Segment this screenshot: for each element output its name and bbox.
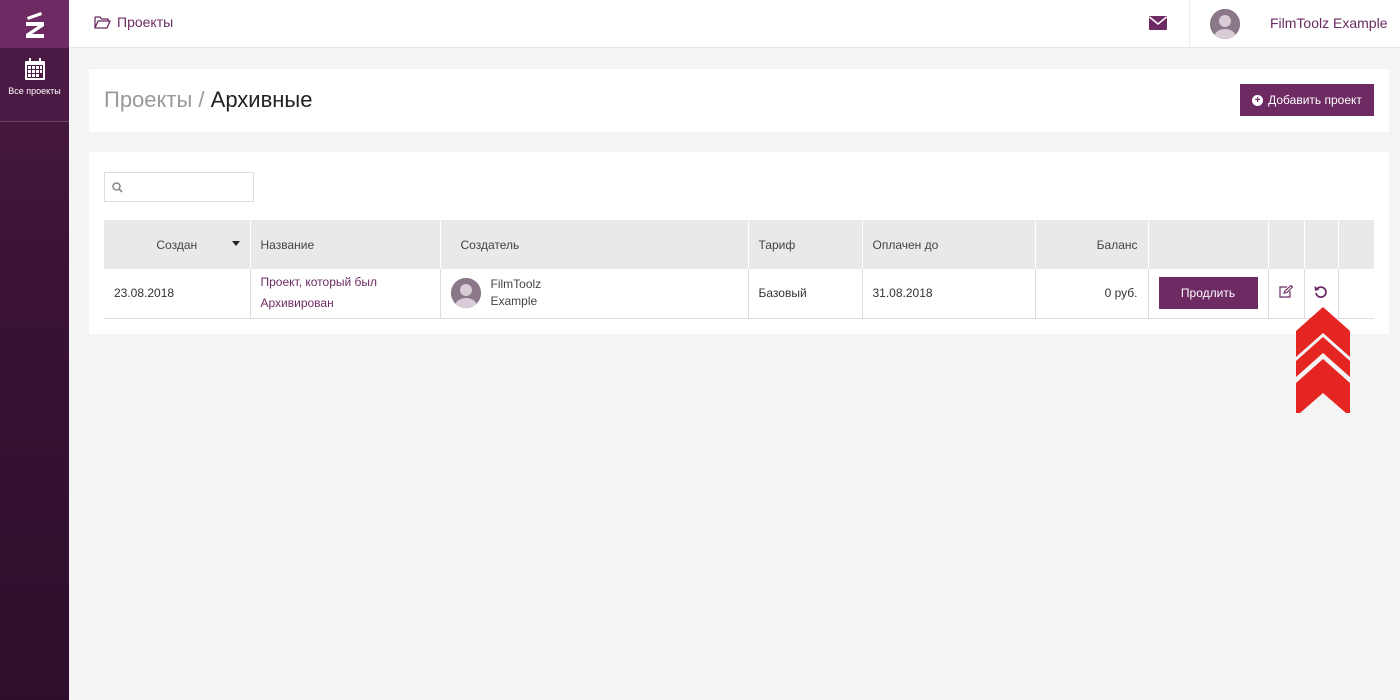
cell-name[interactable]: Проект, который был Архивирован — [250, 269, 441, 318]
column-restore — [1304, 220, 1339, 269]
page-title-parent[interactable]: Проекты / — [104, 87, 205, 112]
column-paid-until-label: Оплачен до — [872, 237, 939, 252]
column-tariff-label: Тариф — [758, 237, 796, 252]
table-header-row: Создан Название Создатель Тариф Оплачен … — [104, 220, 1374, 269]
add-project-button[interactable]: + Добавить проект — [1240, 84, 1374, 116]
cell-created: 23.08.2018 — [104, 269, 251, 318]
user-silhouette-icon — [1210, 9, 1240, 39]
project-name-line: Архивирован — [260, 296, 334, 311]
column-name[interactable]: Название — [250, 220, 441, 269]
page-title-current: Архивные — [210, 87, 313, 112]
column-edit — [1268, 220, 1305, 269]
page-header: Проекты / Архивные + Добавить проект — [89, 69, 1389, 132]
topbar: Проекты FilmToolz Example — [69, 0, 1400, 48]
table-row: 23.08.2018 Проект, который был Архивиров… — [104, 269, 1374, 318]
red-chevron-arrow-annotation — [1296, 307, 1350, 413]
user-avatar[interactable] — [1210, 9, 1240, 39]
calendar-icon — [24, 58, 45, 80]
creator-name: FilmToolz Example — [491, 276, 542, 310]
sidebar-item-all-projects[interactable]: Все проекты — [0, 48, 69, 122]
breadcrumb[interactable]: Проекты — [94, 14, 173, 30]
user-name[interactable]: FilmToolz Example — [1270, 15, 1387, 31]
user-silhouette-icon — [450, 278, 481, 309]
creator-name-line: Example — [490, 294, 538, 309]
column-creator-label: Создатель — [460, 237, 520, 252]
cell-extend: Продлить — [1148, 269, 1269, 318]
column-created[interactable]: Создан — [104, 220, 251, 269]
sort-desc-icon — [231, 241, 240, 246]
cell-creator: FilmToolz Example — [440, 269, 749, 318]
column-balance-label: Баланс — [1096, 237, 1138, 252]
add-project-label: Добавить проект — [1268, 93, 1362, 107]
topbar-divider — [1189, 0, 1190, 48]
restore-icon[interactable] — [1314, 285, 1328, 299]
project-name-line: Проект, который был — [260, 275, 378, 290]
projects-table: Создан Название Создатель Тариф Оплачен … — [104, 220, 1374, 319]
plus-circle-icon: + — [1252, 94, 1264, 106]
folder-open-icon — [94, 15, 111, 29]
page-title: Проекты / Архивные — [104, 87, 312, 113]
sidebar-item-label: Все проекты — [8, 86, 61, 96]
creator-name-line: FilmToolz — [490, 277, 542, 292]
column-actions — [1148, 220, 1269, 269]
column-balance[interactable]: Баланс — [1035, 220, 1149, 269]
column-tariff[interactable]: Тариф — [748, 220, 863, 269]
edit-icon[interactable] — [1279, 284, 1294, 298]
search-input[interactable] — [127, 173, 252, 201]
filmtoolz-z-logo-icon — [25, 12, 44, 38]
app-logo[interactable] — [0, 0, 69, 48]
column-created-label: Создан — [156, 237, 198, 252]
search-icon — [112, 182, 123, 193]
messages-button[interactable] — [1149, 16, 1167, 35]
column-spacer — [1338, 220, 1374, 269]
projects-panel: Создан Название Создатель Тариф Оплачен … — [89, 152, 1389, 334]
extend-button[interactable]: Продлить — [1158, 277, 1258, 310]
project-name-link[interactable]: Проект, который был Архивирован — [261, 272, 430, 314]
column-creator[interactable]: Создатель — [440, 220, 749, 269]
cell-paid-until: 31.08.2018 — [862, 269, 1036, 318]
search-box[interactable] — [104, 172, 254, 202]
creator: FilmToolz Example — [450, 276, 738, 310]
cell-balance: 0 руб. — [1035, 269, 1149, 318]
avatar — [450, 278, 481, 309]
cell-tariff: Базовый — [748, 269, 863, 318]
envelope-icon — [1149, 16, 1167, 30]
column-paid-until[interactable]: Оплачен до — [862, 220, 1036, 269]
breadcrumb-label: Проекты — [117, 14, 174, 30]
sidebar: Все проекты — [0, 0, 69, 700]
column-name-label: Название — [260, 237, 315, 252]
